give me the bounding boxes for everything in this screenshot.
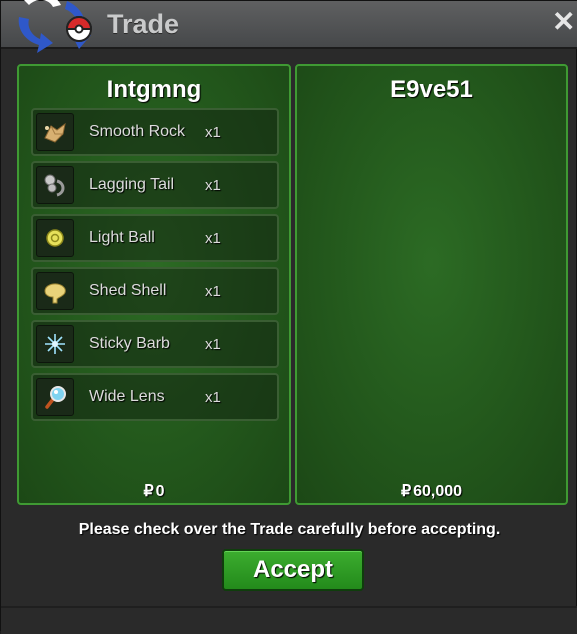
lagging-tail-icon <box>44 174 65 197</box>
item-quantity: x1 <box>205 336 221 353</box>
item-quantity: x1 <box>205 177 221 194</box>
light-ball-icon <box>46 229 64 247</box>
trade-logo-icon <box>18 0 93 53</box>
trade-item-wide-lens[interactable]: Wide Lens x1 <box>31 373 279 421</box>
trade-item-lagging-tail[interactable]: Lagging Tail x1 <box>31 161 279 209</box>
sticky-barb-icon <box>45 334 65 354</box>
left-trader-panel: Intgmng Smooth Rock x1 Lagging Tail x1 L… <box>17 64 291 505</box>
right-trader-name: E9ve51 <box>390 76 473 103</box>
item-quantity: x1 <box>205 124 221 141</box>
window-footer <box>1 606 577 634</box>
item-name: Wide Lens <box>89 388 165 405</box>
item-name: Smooth Rock <box>89 123 186 140</box>
trade-notice: Please check over the Trade carefully be… <box>78 521 501 538</box>
title-bar[interactable]: Trade ✕ <box>1 0 577 53</box>
trade-window: Trade ✕ Intgmng Smooth Rock x1 Lagging T… <box>0 0 577 634</box>
item-quantity: x1 <box>205 230 221 247</box>
trade-item-light-ball[interactable]: Light Ball x1 <box>31 214 279 262</box>
right-trader-panel: E9ve51 ₽60,000 <box>295 64 568 505</box>
item-name: Light Ball <box>89 229 155 246</box>
item-name: Shed Shell <box>89 282 167 299</box>
right-money-amount: 60,000 <box>413 483 463 500</box>
trade-item-smooth-rock[interactable]: Smooth Rock x1 <box>31 108 279 156</box>
close-icon[interactable]: ✕ <box>552 8 575 36</box>
pokedollar-icon: ₽ <box>400 483 412 500</box>
trade-item-shed-shell[interactable]: Shed Shell x1 <box>31 267 279 315</box>
trade-item-sticky-barb[interactable]: Sticky Barb x1 <box>31 320 279 368</box>
left-money: ₽0 <box>19 481 289 501</box>
smooth-rock-icon <box>44 122 66 143</box>
item-name: Sticky Barb <box>89 335 170 352</box>
wide-lens-icon <box>45 386 66 409</box>
item-quantity: x1 <box>205 389 221 406</box>
pokedollar-icon: ₽ <box>143 483 154 500</box>
shed-shell-icon <box>44 283 66 304</box>
accept-button[interactable]: Accept <box>222 549 364 591</box>
left-item-list: Smooth Rock x1 Lagging Tail x1 Light Bal… <box>31 108 279 426</box>
right-money: ₽60,000 <box>297 481 566 501</box>
left-money-amount: 0 <box>155 483 165 500</box>
window-title: Trade <box>107 9 180 39</box>
left-trader-name: Intgmng <box>106 76 202 103</box>
item-name: Lagging Tail <box>89 176 175 193</box>
item-quantity: x1 <box>205 283 221 300</box>
